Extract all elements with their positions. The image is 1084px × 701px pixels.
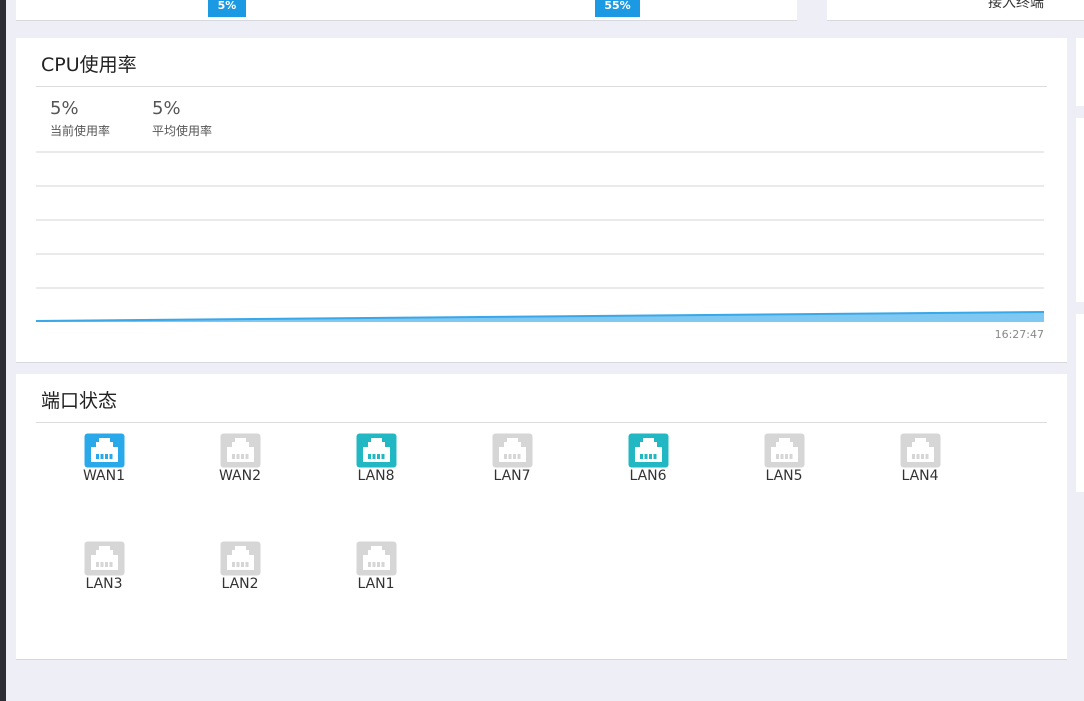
port-label: LAN3 <box>85 576 123 592</box>
port-label: LAN5 <box>765 468 803 484</box>
cpu-usage-card: CPU使用率 5% 当前使用率 5% 平均使用率 16:27:47 <box>16 38 1067 363</box>
port-status-card: 端口状态 WAN1 WAN2 LAN8 LAN7 LAN6 LAN5 LAN4 … <box>16 374 1067 660</box>
cpu-usage-chart <box>36 151 1044 322</box>
window-left-edge <box>0 0 6 701</box>
current-usage-label: 当前使用率 <box>50 124 111 138</box>
port-lan5[interactable]: LAN5 <box>754 433 814 484</box>
current-usage-value: 5% <box>50 98 79 119</box>
ethernet-port-icon <box>356 433 396 468</box>
port-lan3[interactable]: LAN3 <box>74 541 134 592</box>
ethernet-port-icon <box>84 541 124 576</box>
port-label: LAN7 <box>493 468 531 484</box>
average-usage-stat: 5% 平均使用率 <box>152 98 212 139</box>
port-label: LAN6 <box>629 468 667 484</box>
ethernet-port-icon <box>764 433 804 468</box>
cpu-card-title: CPU使用率 <box>41 54 137 76</box>
usage-badge-2: 55% <box>595 0 640 17</box>
port-lan8[interactable]: LAN8 <box>346 433 406 484</box>
connected-terminals-label: 接入终端 <box>988 0 1044 11</box>
port-label: LAN4 <box>901 468 939 484</box>
port-label: WAN2 <box>218 468 262 484</box>
port-label: LAN1 <box>357 576 395 592</box>
title-divider <box>36 86 1047 87</box>
port-lan4[interactable]: LAN4 <box>890 433 950 484</box>
chart-time-label: 16:27:47 <box>994 328 1044 341</box>
port-lan7[interactable]: LAN7 <box>482 433 542 484</box>
port-lan6[interactable]: LAN6 <box>618 433 678 484</box>
ethernet-port-icon <box>900 433 940 468</box>
port-label: LAN8 <box>357 468 395 484</box>
average-usage-label: 平均使用率 <box>152 124 213 138</box>
right-side-card-3 <box>1076 314 1084 492</box>
port-card-title: 端口状态 <box>41 390 118 412</box>
port-lan2[interactable]: LAN2 <box>210 541 270 592</box>
right-side-card-2 <box>1076 118 1084 302</box>
port-label: LAN2 <box>221 576 259 592</box>
top-right-card: 接入终端 <box>827 0 1084 21</box>
ethernet-port-icon <box>356 541 396 576</box>
ethernet-port-icon <box>628 433 668 468</box>
title-divider <box>36 422 1047 423</box>
ethernet-port-icon <box>84 433 124 468</box>
port-lan1[interactable]: LAN1 <box>346 541 406 592</box>
ethernet-port-icon <box>492 433 532 468</box>
usage-badge-1: 5% <box>208 0 246 17</box>
port-label: WAN1 <box>82 468 126 484</box>
port-wan2[interactable]: WAN2 <box>210 433 270 484</box>
average-usage-value: 5% <box>152 98 181 119</box>
ethernet-port-icon <box>220 541 260 576</box>
right-side-card-1 <box>1076 38 1084 106</box>
ethernet-port-icon <box>220 433 260 468</box>
port-wan1[interactable]: WAN1 <box>74 433 134 484</box>
current-usage-stat: 5% 当前使用率 <box>50 98 110 139</box>
top-summary-card: 5% 55% <box>16 0 797 21</box>
